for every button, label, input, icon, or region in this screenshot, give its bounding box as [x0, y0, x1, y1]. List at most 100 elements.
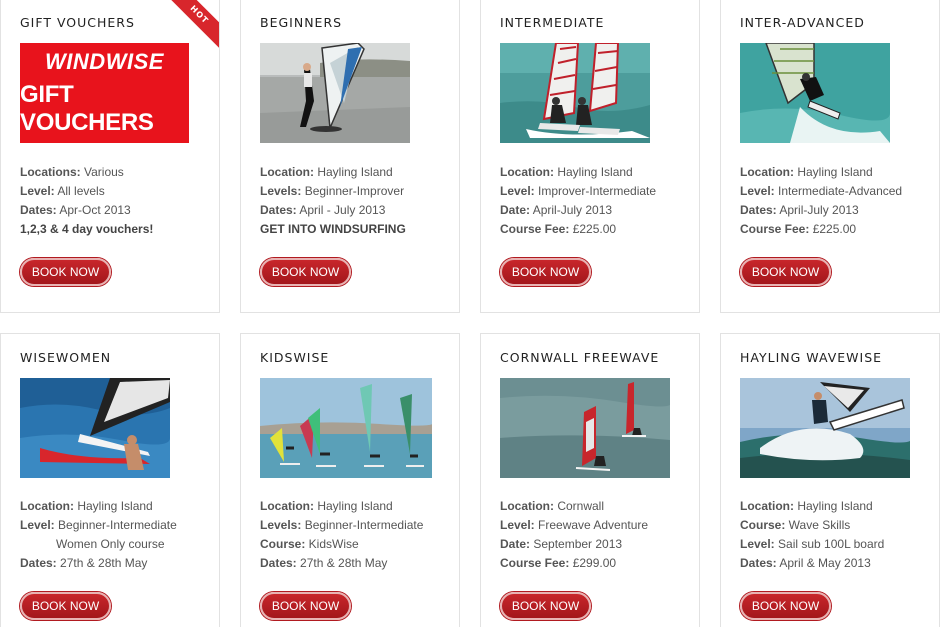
detail-label: Levels:: [260, 184, 302, 198]
detail-label: Location:: [260, 165, 314, 179]
detail-value: £225.00: [569, 222, 617, 236]
course-card-wisewomen: WISEWOMEN Location: Hayling Island Level…: [0, 333, 220, 627]
detail-label: Location:: [260, 499, 314, 513]
course-details: Locations: Various Level: All levels Dat…: [20, 163, 153, 239]
course-details: Location: Hayling Island Course: Wave Sk…: [740, 497, 884, 573]
detail-label: Level:: [500, 518, 535, 532]
detail-value: April-July 2013: [530, 203, 613, 217]
intermediate-photo[interactable]: [500, 43, 650, 143]
voucher-image-line2: GIFT VOUCHERS: [20, 81, 154, 136]
card-title: HAYLING WAVEWISE: [740, 350, 883, 365]
course-grid: GIFT VOUCHERS HOT WINDWISE GIFT VOUCHERS…: [0, 0, 942, 627]
detail-value: Improver-Intermediate: [534, 184, 657, 198]
card-title: BEGINNERS: [260, 15, 343, 30]
cornwall-freewave-photo[interactable]: [500, 378, 670, 478]
detail-note: Women Only course: [56, 537, 165, 551]
course-card-inter-advanced: INTER-ADVANCED Location: Hayling Island …: [720, 0, 940, 313]
course-card-kidswise: KIDSWISE Location: Hayling Island Levels…: [240, 333, 460, 627]
course-card-hayling-wavewise: HAYLING WAVEWISE Location: Hayling Islan…: [720, 333, 940, 627]
inter-advanced-photo[interactable]: [740, 43, 890, 143]
detail-value: 27th & 28th May: [56, 556, 148, 570]
detail-value: Hayling Island: [74, 499, 153, 513]
detail-label: Dates:: [20, 203, 57, 217]
course-details: Location: Hayling Island Level: Intermed…: [740, 163, 902, 239]
detail-label: Dates:: [740, 203, 777, 217]
card-title: GIFT VOUCHERS: [20, 15, 135, 30]
wisewomen-photo[interactable]: [20, 378, 170, 478]
detail-value: 27th & 28th May: [296, 556, 388, 570]
detail-value: Cornwall: [554, 499, 605, 513]
detail-value: Hayling Island: [554, 165, 633, 179]
detail-value: Various: [80, 165, 124, 179]
detail-label: Dates:: [260, 556, 297, 570]
detail-label: Location:: [500, 165, 554, 179]
detail-label: Course Fee:: [500, 222, 570, 236]
card-title: INTERMEDIATE: [500, 15, 605, 30]
course-card-beginners: BEGINNERS Location: Hayling Island Level…: [240, 0, 460, 313]
detail-label: Location:: [20, 499, 74, 513]
card-title: WISEWOMEN: [20, 350, 112, 365]
detail-value: Hayling Island: [794, 499, 873, 513]
detail-value: Beginner-Intermediate: [301, 518, 424, 532]
card-title: KIDSWISE: [260, 350, 330, 365]
book-now-button[interactable]: BOOK NOW: [260, 258, 351, 286]
detail-label: Level:: [740, 537, 775, 551]
detail-value: KidsWise: [305, 537, 359, 551]
detail-label: Dates:: [260, 203, 297, 217]
detail-label: Dates:: [740, 556, 777, 570]
book-now-button[interactable]: BOOK NOW: [500, 592, 591, 620]
detail-label: Level:: [500, 184, 535, 198]
kidswise-photo[interactable]: [260, 378, 432, 478]
detail-value: Sail sub 100L board: [774, 537, 885, 551]
detail-value: Beginner-Improver: [301, 184, 405, 198]
detail-value: Apr-Oct 2013: [56, 203, 131, 217]
course-details: Location: Hayling Island Level: Beginner…: [20, 497, 177, 573]
detail-value: September 2013: [530, 537, 623, 551]
book-now-button[interactable]: BOOK NOW: [20, 592, 111, 620]
course-details: Location: Hayling Island Levels: Beginne…: [260, 163, 406, 239]
hayling-wavewise-photo[interactable]: [740, 378, 910, 478]
course-details: Location: Cornwall Level: Freewave Adven…: [500, 497, 648, 573]
voucher-image-line1: WINDWISE: [45, 49, 164, 74]
detail-label: Location:: [740, 165, 794, 179]
detail-label: Course:: [260, 537, 306, 551]
detail-value: Intermediate-Advanced: [774, 184, 903, 198]
gift-voucher-image[interactable]: WINDWISE GIFT VOUCHERS: [20, 43, 189, 143]
beginners-photo[interactable]: [260, 43, 410, 143]
detail-label: Date:: [500, 203, 531, 217]
card-title: INTER-ADVANCED: [740, 15, 865, 30]
detail-value: April - July 2013: [296, 203, 386, 217]
detail-value: Hayling Island: [314, 165, 393, 179]
book-now-button[interactable]: BOOK NOW: [20, 258, 111, 286]
detail-value: Hayling Island: [314, 499, 393, 513]
detail-highlight: 1,2,3 & 4 day vouchers!: [20, 222, 154, 236]
detail-label: Locations:: [20, 165, 81, 179]
detail-label: Course:: [740, 518, 786, 532]
book-now-button[interactable]: BOOK NOW: [500, 258, 591, 286]
book-now-button[interactable]: BOOK NOW: [740, 258, 831, 286]
detail-value: April & May 2013: [776, 556, 871, 570]
detail-value: Freewave Adventure: [534, 518, 649, 532]
detail-highlight: GET INTO WINDSURFING: [260, 222, 406, 236]
detail-label: Level:: [20, 184, 55, 198]
course-card-intermediate: INTERMEDIATE Location: Hayling Island Le…: [480, 0, 700, 313]
course-card-gift-vouchers: GIFT VOUCHERS HOT WINDWISE GIFT VOUCHERS…: [0, 0, 220, 313]
course-details: Location: Hayling Island Levels: Beginne…: [260, 497, 423, 573]
detail-label: Course Fee:: [740, 222, 810, 236]
detail-value: April-July 2013: [776, 203, 859, 217]
detail-label: Course Fee:: [500, 556, 570, 570]
detail-value: Beginner-Intermediate: [54, 518, 177, 532]
book-now-button[interactable]: BOOK NOW: [740, 592, 831, 620]
course-details: Location: Hayling Island Level: Improver…: [500, 163, 656, 239]
detail-label: Location:: [500, 499, 554, 513]
detail-value: £225.00: [809, 222, 857, 236]
detail-label: Location:: [740, 499, 794, 513]
detail-label: Levels:: [260, 518, 302, 532]
book-now-button[interactable]: BOOK NOW: [260, 592, 351, 620]
detail-label: Date:: [500, 537, 531, 551]
detail-value: Hayling Island: [794, 165, 873, 179]
card-title: CORNWALL FREEWAVE: [500, 350, 660, 365]
detail-label: Level:: [20, 518, 55, 532]
detail-value: £299.00: [569, 556, 617, 570]
detail-label: Level:: [740, 184, 775, 198]
